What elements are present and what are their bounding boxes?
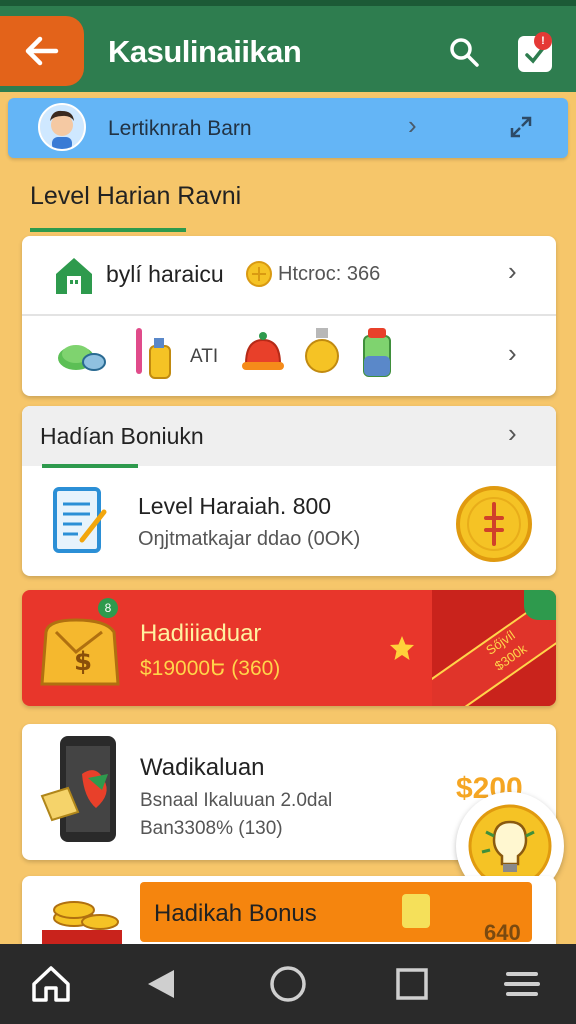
coin-icon[interactable] [456,486,532,562]
bonus-offer-value: 640 [484,920,521,945]
bonus-subtitle: Oŋjtmatkajar ddao (0OK) [138,528,361,550]
daily-title: bylí haraicu [106,261,224,287]
coins-label: Htcroc: 366 [278,263,381,285]
arrow-left-icon [25,36,59,66]
bonus-offer-title: Hadikah Bonus [154,900,317,927]
avatar [38,103,86,151]
section-title: Level Harian Ravni [30,182,242,210]
notification-badge: ! [534,32,552,50]
reward-title: Hadiiiaduar [140,620,262,647]
bonus-header-title: Hadían Boniukn [40,423,204,449]
svg-text:$: $ [74,647,92,677]
bottle-icon [363,328,391,377]
bonus-card: Hadían Boniukn › Level Haraiah. 800 Oŋjt… [22,406,556,576]
helmet-icon [242,332,284,370]
offer-title: Wadikaluan [140,754,265,781]
user-name: Lertiknrah Barn [108,117,252,140]
chevron-right-icon: › [508,256,517,286]
app-title: Kasulinaiikan [108,34,302,69]
user-bar[interactable]: Lertiknrah Barn › [8,98,568,158]
gift-icon [402,894,430,928]
tab-underline [42,464,138,468]
coin-icon [246,261,272,287]
chevron-right-icon: › [508,338,517,368]
house-icon [56,258,92,294]
daily-level-card: bylí haraicu Htcroc: 366 › ATI › [22,236,556,396]
cap-icon [58,345,106,371]
system-nav-bar [0,944,576,1024]
reward-value: $19000Ե (360) [140,657,281,680]
expand-icon[interactable] [508,114,534,140]
bonus-header[interactable]: Hadían Boniukn › [22,406,556,468]
tool-icon [136,328,171,379]
back-triangle-icon[interactable] [144,966,180,1002]
daily-row[interactable]: bylí haraicu Htcroc: 366 › [22,236,556,314]
item-text: ATI [190,346,219,367]
cash-icon [524,590,556,620]
reward-card[interactable]: $ 8 Hadiiiaduar $19000Ե (360) Sőjvíl $30… [22,590,556,706]
home-icon[interactable] [30,964,72,1004]
recents-icon[interactable] [394,966,430,1002]
chevron-right-icon: › [508,418,517,448]
bonus-offer-banner: Hadikah Bonus [140,882,532,942]
menu-icon[interactable] [502,966,542,1002]
promo-ribbon: Sőjvíl $300k [432,590,556,706]
lightbulb-icon [305,328,339,373]
app-bar: Kasulinaiikan ! [0,0,576,92]
bag-badge: 8 [98,598,118,618]
star-icon [390,636,414,660]
items-row[interactable]: ATI › [22,316,556,396]
search-icon[interactable] [448,36,480,68]
section-underline [30,228,186,232]
chevron-right-icon: › [408,110,417,140]
bonus-title: Level Haraiah. 800 [138,493,332,519]
offer-line2: Ban3308% (130) [140,818,283,839]
phone-gift-icon [40,736,116,842]
home-circle-icon[interactable] [268,964,308,1004]
document-icon [53,487,107,553]
back-button[interactable] [0,16,84,86]
offer-line1: Bsnaal Ikaluuan 2.0dal [140,790,333,811]
